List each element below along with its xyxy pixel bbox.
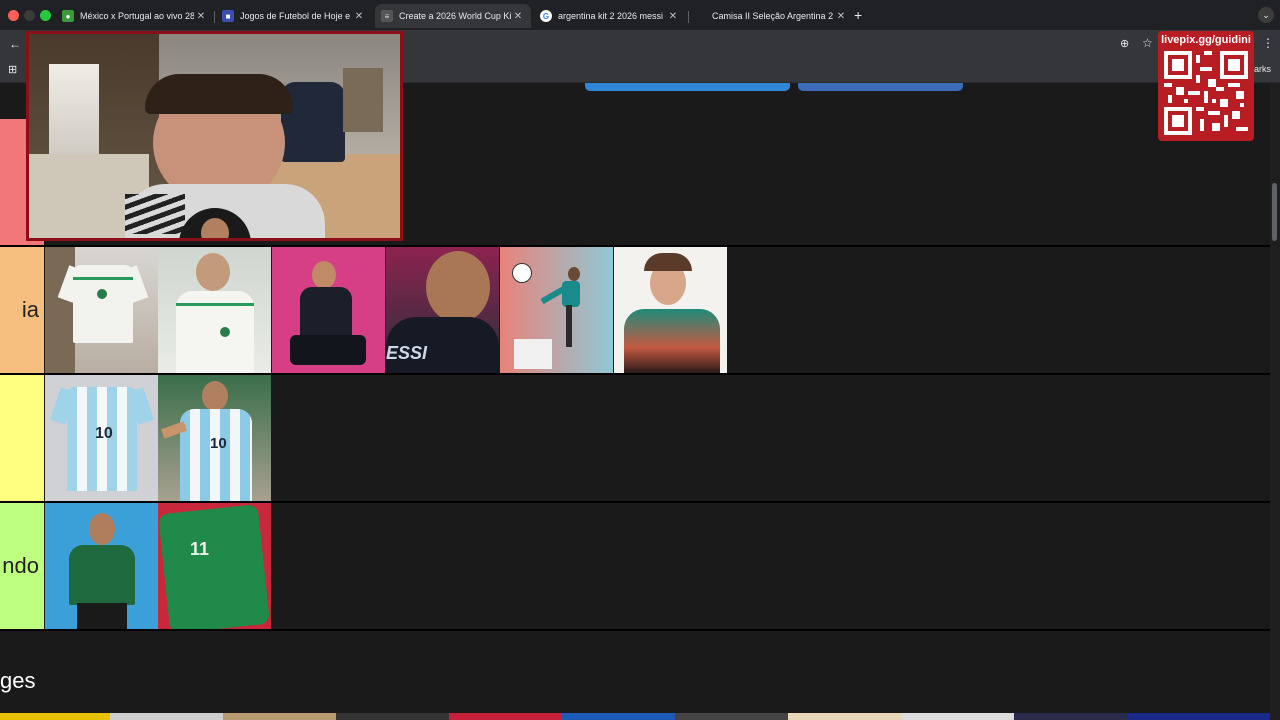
- tier-row: 10 10: [0, 375, 1270, 503]
- player-teal-nike-kit[interactable]: [614, 247, 727, 373]
- pool-image-tile[interactable]: [562, 713, 675, 720]
- close-window-button[interactable]: [8, 10, 19, 21]
- tab-argentina-kit-search[interactable]: G argentina kit 2 2026 messi - I ✕: [534, 4, 686, 28]
- tab-jogos-futebol[interactable]: ■ Jogos de Futebol de Hoje e F ✕: [216, 4, 372, 28]
- download-button[interactable]: [798, 83, 963, 91]
- algeria-green-kit-11[interactable]: 11: [158, 503, 271, 629]
- pool-image-tile[interactable]: [788, 713, 901, 720]
- all-bookmarks-label[interactable]: arks: [1254, 64, 1271, 74]
- close-tab-icon[interactable]: ✕: [666, 11, 680, 22]
- green-globe-icon: ●: [62, 10, 74, 22]
- blue-square-icon: ■: [222, 10, 234, 22]
- tiermaker-icon: ≡: [381, 10, 393, 22]
- maximize-window-button[interactable]: [40, 10, 51, 21]
- apps-grid-icon[interactable]: ⊞: [8, 63, 17, 77]
- browser-tab-bar: ● México x Portugal ao vivo 28/ ✕ ■ Jogo…: [0, 0, 1280, 30]
- player-kicking-ball-teal[interactable]: [500, 247, 613, 373]
- webcam-overlay: [26, 31, 403, 241]
- section-title: ges: [0, 668, 36, 693]
- back-arrow-icon[interactable]: ←: [9, 37, 21, 51]
- livepix-url: livepix.gg/guidini: [1161, 34, 1251, 46]
- pool-image-tile[interactable]: [110, 713, 223, 720]
- tier-label[interactable]: ndo: [0, 503, 44, 629]
- tab-separator: [214, 11, 215, 23]
- new-tab-button[interactable]: +: [854, 8, 862, 22]
- pool-image-tile[interactable]: [0, 713, 110, 720]
- tab-separator: [688, 11, 689, 23]
- pool-image-tile[interactable]: [901, 713, 1014, 720]
- zoom-icon[interactable]: ⊕: [1120, 37, 1129, 51]
- scrollbar-thumb[interactable]: [1272, 183, 1277, 241]
- pool-image-tile[interactable]: [1127, 713, 1270, 720]
- close-tab-icon[interactable]: ✕: [194, 11, 208, 22]
- tab-search-chevron-icon[interactable]: ⌄: [1258, 7, 1274, 23]
- messi-black-kit-closeup[interactable]: ESSI: [386, 247, 499, 373]
- tier-label[interactable]: ia: [0, 247, 44, 373]
- close-tab-icon[interactable]: ✕: [834, 11, 848, 22]
- save-button[interactable]: [585, 83, 790, 91]
- tier-label[interactable]: [0, 375, 44, 501]
- tier-row: ia ESSI: [0, 247, 1270, 375]
- page-scrollbar[interactable]: [1270, 83, 1280, 720]
- minimize-window-button[interactable]: [24, 10, 35, 21]
- more-menu-icon[interactable]: ⋮: [1262, 36, 1274, 50]
- algeria-white-kit-hanging[interactable]: [45, 247, 158, 373]
- pool-image-tile[interactable]: [223, 713, 336, 720]
- pool-image-tile[interactable]: [336, 713, 449, 720]
- pool-image-tile[interactable]: [675, 713, 788, 720]
- tab-create-world-cup-kit[interactable]: ≡ Create a 2026 World Cup Kit ✕: [375, 4, 531, 28]
- algeria-green-kit-player[interactable]: [45, 503, 158, 629]
- close-tab-icon[interactable]: ✕: [511, 11, 525, 22]
- livepix-donation-overlay: livepix.gg/guidini: [1158, 31, 1254, 141]
- argentina-black-kit-player-pink[interactable]: [272, 247, 385, 373]
- messi-argentina-home-kit[interactable]: 10: [158, 375, 271, 501]
- pool-image-tile[interactable]: [1014, 713, 1127, 720]
- google-icon: G: [540, 10, 552, 22]
- qr-code-icon: [1164, 51, 1248, 135]
- tab-camisa-argentina[interactable]: Camisa II Seleção Argentina 2 ✕: [706, 4, 854, 28]
- argentina-home-kit-10[interactable]: 10: [45, 375, 158, 501]
- close-tab-icon[interactable]: ✕: [352, 11, 366, 22]
- algeria-white-kit-player[interactable]: [158, 247, 271, 373]
- tab-mexico-portugal[interactable]: ● México x Portugal ao vivo 28/ ✕: [56, 4, 214, 28]
- pool-image-tile[interactable]: [449, 713, 562, 720]
- tier-row: ndo 11: [0, 503, 1270, 631]
- bookmark-star-icon[interactable]: ☆: [1142, 36, 1153, 50]
